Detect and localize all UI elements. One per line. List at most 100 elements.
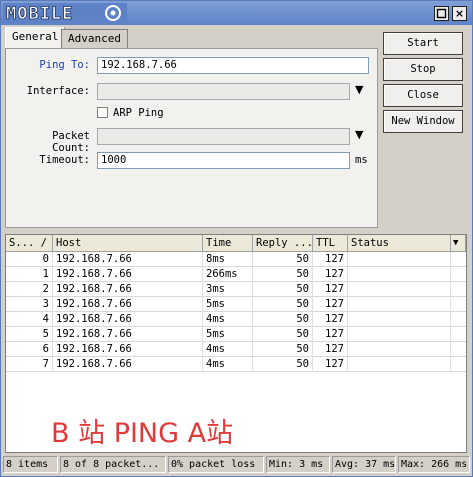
- tab-general[interactable]: General: [5, 27, 66, 48]
- maximize-icon: [436, 8, 447, 19]
- annotation-caption: B 站 PING A站: [51, 418, 234, 449]
- cell-ttl: 127: [313, 267, 348, 282]
- cell-time: 5ms: [203, 297, 253, 312]
- column-reply-size[interactable]: Reply ...: [253, 235, 313, 252]
- cell-seq: 3: [6, 297, 53, 312]
- cell-ttl: 127: [313, 282, 348, 297]
- status-max: Max: 266 ms: [398, 456, 470, 473]
- cell-reply-size: 50: [253, 282, 313, 297]
- start-button[interactable]: Start: [383, 32, 463, 55]
- mobile-logo: MOBILE: [3, 3, 127, 23]
- cell-status: [348, 342, 451, 357]
- cell-reply-size: 50: [253, 327, 313, 342]
- table-row[interactable]: 1 192.168.7.66 266ms 50 127: [6, 267, 466, 282]
- cell-reply-size: 50: [253, 357, 313, 372]
- arp-ping-label: ARP Ping: [113, 107, 164, 119]
- packet-count-input[interactable]: [97, 128, 350, 145]
- cell-host: 192.168.7.66: [53, 282, 203, 297]
- status-packets: 8 of 8 packet...: [60, 456, 166, 473]
- status-avg: Avg: 37 ms: [332, 456, 396, 473]
- status-min: Min: 3 ms: [266, 456, 330, 473]
- ping-to-label: Ping To:: [39, 59, 90, 71]
- general-panel: Ping To: 192.168.7.66 Interface: ▼ ARP P…: [5, 48, 378, 228]
- cell-ttl: 127: [313, 327, 348, 342]
- cell-seq: 0: [6, 252, 53, 267]
- table-row[interactable]: 5 192.168.7.66 5ms 50 127: [6, 327, 466, 342]
- cell-status: [348, 327, 451, 342]
- interface-select[interactable]: [97, 83, 350, 100]
- cell-seq: 1: [6, 267, 53, 282]
- status-items: 8 items: [3, 456, 58, 473]
- stop-button[interactable]: Stop: [383, 58, 463, 81]
- column-host[interactable]: Host: [53, 235, 203, 252]
- cell-time: 4ms: [203, 357, 253, 372]
- new-window-button[interactable]: New Window: [383, 110, 463, 133]
- ping-to-input[interactable]: 192.168.7.66: [97, 57, 369, 74]
- cell-ttl: 127: [313, 297, 348, 312]
- cell-seq: 6: [6, 342, 53, 357]
- close-window-button[interactable]: ×: [452, 6, 467, 21]
- cell-host: 192.168.7.66: [53, 342, 203, 357]
- column-ttl[interactable]: TTL: [313, 235, 348, 252]
- status-bar: 8 items 8 of 8 packet... 0% packet loss …: [3, 456, 470, 474]
- packet-count-label: Packet Count:: [52, 130, 90, 154]
- column-time[interactable]: Time: [203, 235, 253, 252]
- table-row[interactable]: 4 192.168.7.66 4ms 50 127: [6, 312, 466, 327]
- tab-general-label: General: [12, 30, 59, 43]
- cell-time: 266ms: [203, 267, 253, 282]
- interface-label: Interface:: [26, 85, 90, 97]
- cell-reply-size: 50: [253, 342, 313, 357]
- column-seq[interactable]: S... /: [6, 235, 53, 252]
- tab-advanced-label: Advanced: [68, 32, 121, 45]
- cell-ttl: 127: [313, 357, 348, 372]
- cell-ttl: 127: [313, 342, 348, 357]
- cell-ttl: 127: [313, 252, 348, 267]
- cell-status: [348, 297, 451, 312]
- cell-status: [348, 282, 451, 297]
- packet-count-dropdown-icon[interactable]: ▼: [355, 128, 363, 141]
- table-header: S... / Host Time Reply ... TTL Status ▼: [6, 235, 466, 252]
- table-row[interactable]: 7 192.168.7.66 4ms 50 127: [6, 357, 466, 372]
- close-button[interactable]: Close: [383, 84, 463, 107]
- tab-advanced[interactable]: Advanced: [61, 29, 128, 48]
- timeout-label: Timeout:: [39, 154, 90, 166]
- cell-time: 4ms: [203, 342, 253, 357]
- cell-host: 192.168.7.66: [53, 312, 203, 327]
- cell-status: [348, 267, 451, 282]
- cell-status: [348, 312, 451, 327]
- cell-reply-size: 50: [253, 312, 313, 327]
- cell-host: 192.168.7.66: [53, 297, 203, 312]
- cell-status: [348, 252, 451, 267]
- cell-seq: 2: [6, 282, 53, 297]
- table-row[interactable]: 2 192.168.7.66 3ms 50 127: [6, 282, 466, 297]
- cell-seq: 7: [6, 357, 53, 372]
- cell-time: 8ms: [203, 252, 253, 267]
- cell-host: 192.168.7.66: [53, 327, 203, 342]
- title-bar[interactable]: MOBILE ×: [1, 1, 472, 25]
- cell-seq: 5: [6, 327, 53, 342]
- cell-ttl: 127: [313, 312, 348, 327]
- cell-time: 3ms: [203, 282, 253, 297]
- cell-reply-size: 50: [253, 267, 313, 282]
- cell-reply-size: 50: [253, 297, 313, 312]
- arp-ping-checkbox[interactable]: [97, 107, 108, 118]
- cell-host: 192.168.7.66: [53, 357, 203, 372]
- cell-time: 5ms: [203, 327, 253, 342]
- maximize-button[interactable]: [434, 6, 449, 21]
- column-status[interactable]: Status: [348, 235, 451, 252]
- status-loss: 0% packet loss: [168, 456, 264, 473]
- svg-text:MOBILE: MOBILE: [6, 4, 73, 23]
- table-row[interactable]: 3 192.168.7.66 5ms 50 127: [6, 297, 466, 312]
- timeout-input[interactable]: 1000: [97, 152, 350, 169]
- cell-host: 192.168.7.66: [53, 267, 203, 282]
- cell-status: [348, 357, 451, 372]
- column-menu-icon[interactable]: ▼: [451, 235, 466, 252]
- table-row[interactable]: 0 192.168.7.66 8ms 50 127: [6, 252, 466, 267]
- cell-time: 4ms: [203, 312, 253, 327]
- ping-window: MOBILE × General Advanced Ping To: 192.1…: [0, 0, 473, 477]
- close-icon: ×: [454, 7, 465, 20]
- interface-dropdown-icon[interactable]: ▼: [355, 83, 363, 96]
- cell-reply-size: 50: [253, 252, 313, 267]
- cell-host: 192.168.7.66: [53, 252, 203, 267]
- table-row[interactable]: 6 192.168.7.66 4ms 50 127: [6, 342, 466, 357]
